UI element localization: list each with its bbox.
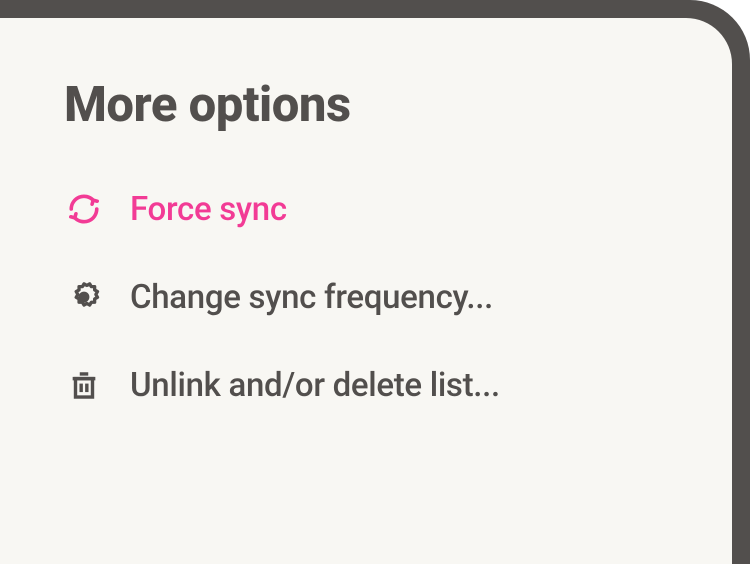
- option-label: Unlink and/or delete list...: [130, 366, 500, 405]
- sync-icon: [64, 189, 104, 229]
- panel-title: More options: [64, 76, 672, 133]
- gear-icon: [64, 277, 104, 317]
- more-options-panel: More options Force sync: [0, 18, 732, 564]
- trash-icon: [64, 365, 104, 405]
- option-label: Change sync frequency...: [130, 278, 493, 317]
- option-label: Force sync: [130, 190, 287, 229]
- dialog-frame: More options Force sync: [0, 0, 750, 564]
- force-sync-option[interactable]: Force sync: [64, 189, 672, 229]
- unlink-delete-option[interactable]: Unlink and/or delete list...: [64, 365, 672, 405]
- change-sync-frequency-option[interactable]: Change sync frequency...: [64, 277, 672, 317]
- option-list: Force sync Change sync frequency...: [64, 189, 672, 405]
